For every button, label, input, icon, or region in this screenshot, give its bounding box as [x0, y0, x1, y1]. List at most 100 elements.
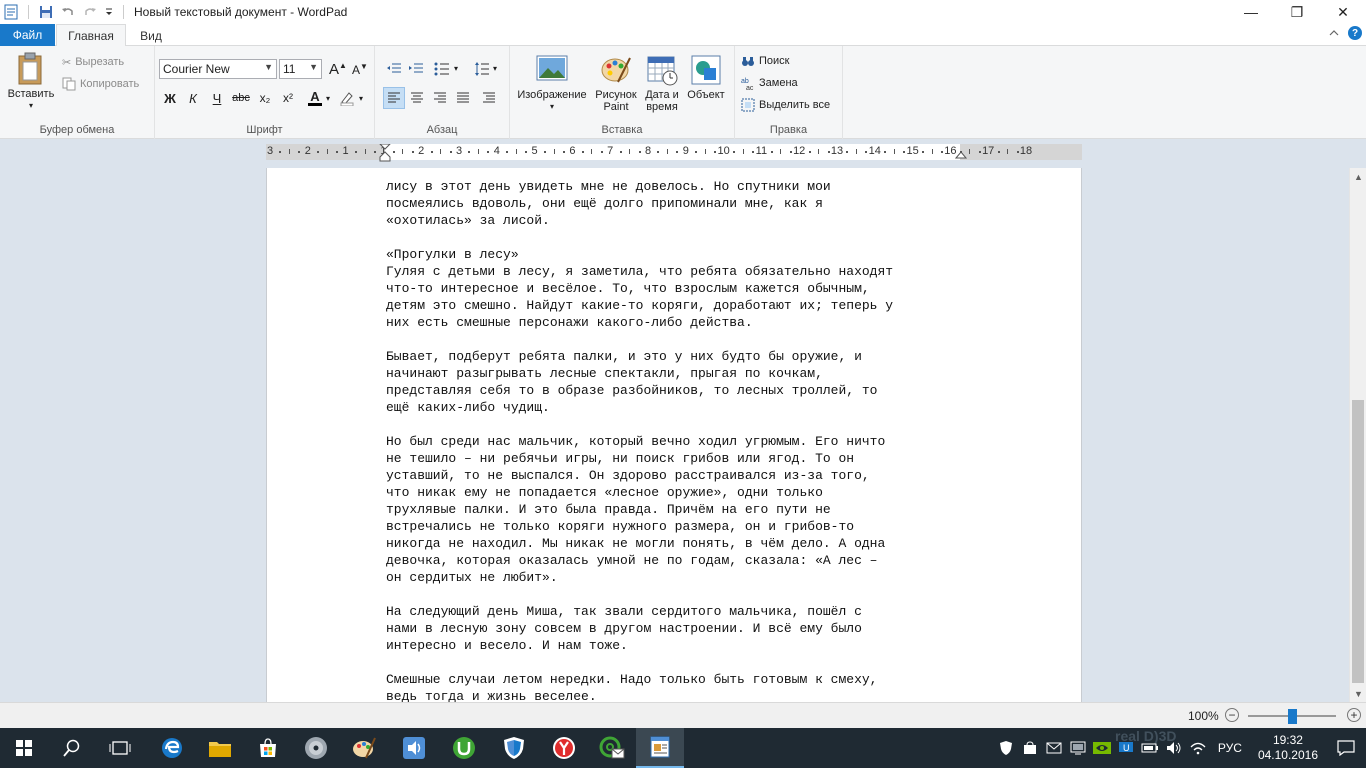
collapse-ribbon-icon[interactable] [1328, 27, 1340, 39]
taskbar-media-app[interactable] [390, 728, 438, 768]
select-all-button[interactable]: Выделить все [741, 95, 830, 115]
taskbar-store[interactable] [244, 728, 292, 768]
line-spacing-button[interactable] [471, 58, 493, 80]
justify-button[interactable] [452, 87, 474, 109]
cut-button[interactable]: ✂ Вырезать [62, 52, 124, 72]
decrease-indent-button[interactable] [383, 58, 405, 80]
taskbar-wordpad[interactable] [636, 728, 684, 768]
ruler-number: 5 [531, 145, 538, 157]
insert-group: Изображение ▾ Рисунок Paint Дата и время… [510, 46, 735, 139]
wordpad-app-icon[interactable] [0, 1, 22, 23]
italic-button[interactable]: К [182, 87, 204, 109]
customize-qat-icon[interactable] [101, 1, 117, 23]
taskbar-yandex-browser[interactable] [540, 728, 588, 768]
zoom-slider-thumb[interactable] [1288, 709, 1297, 724]
ruler-number: 14 [868, 145, 881, 157]
ruler-number: 3 [455, 145, 463, 157]
bullets-button[interactable] [431, 58, 453, 80]
input-language[interactable]: РУС [1210, 741, 1250, 755]
search-button[interactable] [48, 728, 96, 768]
redo-icon[interactable] [79, 1, 101, 23]
start-button[interactable] [0, 728, 48, 768]
tab-home[interactable]: Главная [56, 24, 126, 47]
zoom-in-button[interactable]: + [1347, 708, 1361, 722]
taskbar-disc-app[interactable] [292, 728, 340, 768]
shrink-font-icon: A▼ [352, 61, 368, 77]
ruler-tick [525, 151, 528, 153]
document-text[interactable]: лису в этот день увидеть мне не довелось… [386, 178, 966, 702]
paint-drawing-button[interactable]: Рисунок Paint [592, 54, 640, 113]
strikethrough-button[interactable]: abc [230, 87, 252, 109]
tray-battery-icon[interactable] [1138, 728, 1162, 768]
action-center-button[interactable] [1326, 728, 1366, 768]
insert-object-button[interactable]: Объект [684, 54, 728, 101]
datetime-button[interactable]: Дата и время [640, 54, 684, 113]
tray-volume-icon[interactable] [1162, 728, 1186, 768]
ruler-tick [430, 151, 433, 153]
tray-wifi-icon[interactable] [1186, 728, 1210, 768]
increase-indent-button[interactable] [405, 58, 427, 80]
ruler[interactable]: 3 2 1 1 2 3 4 5 6 7 8 9 10 11 12 13 14 15 16 17 18 [266, 143, 1082, 163]
taskbar: real D)3D U РУС 19:32 04.10.2016 [0, 728, 1366, 768]
taskbar-paint[interactable] [340, 728, 388, 768]
taskbar-email-app[interactable] [588, 728, 636, 768]
tray-nvidia-icon[interactable] [1090, 728, 1114, 768]
paragraph-button[interactable] [478, 87, 500, 109]
image-label: Изображение [517, 89, 587, 101]
copy-button[interactable]: Копировать [62, 74, 139, 94]
store-icon [260, 738, 276, 757]
zoom-out-button[interactable]: − [1225, 708, 1239, 722]
paragraph-group-label: Абзац [426, 124, 458, 136]
text-color-button[interactable]: A [304, 87, 326, 109]
right-indent-marker[interactable] [954, 144, 968, 163]
help-icon[interactable]: ? [1348, 26, 1362, 40]
paste-button[interactable]: Вставить ▾ [6, 52, 56, 112]
scroll-down-icon[interactable]: ▼ [1350, 685, 1366, 702]
font-size-select[interactable]: 11 ▼ [279, 59, 322, 79]
tray-network-box-icon[interactable] [1066, 728, 1090, 768]
underline-button[interactable]: Ч [206, 87, 228, 109]
subscript-button[interactable]: x₂ [254, 87, 276, 109]
left-indent-marker[interactable] [378, 143, 392, 165]
scroll-up-icon[interactable]: ▲ [1350, 168, 1366, 185]
tray-store-icon[interactable] [1018, 728, 1042, 768]
align-right-button[interactable] [429, 87, 451, 109]
justify-icon [457, 92, 469, 103]
superscript-button[interactable]: x² [277, 87, 299, 109]
maximize-button[interactable]: ❐ [1274, 0, 1320, 24]
replace-button[interactable]: ab ac Замена [741, 73, 798, 93]
ruler-tick [364, 149, 366, 154]
svg-text:ab: ab [741, 78, 749, 85]
bold-button[interactable]: Ж [159, 87, 181, 109]
close-button[interactable]: ✕ [1320, 0, 1366, 24]
tray-mail-icon[interactable] [1042, 728, 1066, 768]
taskbar-utorrent[interactable] [440, 728, 488, 768]
undo-icon[interactable] [57, 1, 79, 23]
minimize-button[interactable]: — [1228, 0, 1274, 24]
taskbar-edge[interactable] [148, 728, 196, 768]
tray-network-icon[interactable]: U [1114, 728, 1138, 768]
save-icon[interactable] [35, 1, 57, 23]
taskbar-explorer[interactable] [196, 728, 244, 768]
task-view-button[interactable] [96, 728, 144, 768]
scrollbar-thumb[interactable] [1352, 400, 1364, 683]
align-center-button[interactable] [406, 87, 428, 109]
document-page[interactable]: лису в этот день увидеть мне не довелось… [266, 168, 1082, 702]
insert-image-button[interactable]: Изображение ▾ [514, 54, 590, 113]
tray-shield-icon[interactable] [994, 728, 1018, 768]
quick-access-toolbar [0, 0, 130, 24]
tab-view[interactable]: Вид [130, 24, 172, 47]
vertical-scrollbar[interactable]: ▲ ▼ [1349, 168, 1366, 702]
ruler-tick [317, 151, 320, 153]
highlight-button[interactable] [336, 87, 358, 109]
ruler-tick [629, 149, 631, 154]
find-button[interactable]: Поиск [741, 51, 789, 71]
tab-file[interactable]: Файл [0, 24, 55, 46]
replace-label: Замена [759, 77, 798, 89]
align-left-button[interactable] [383, 87, 405, 109]
shrink-font-button[interactable]: A▼ [349, 58, 371, 80]
grow-font-button[interactable]: A▲ [327, 58, 349, 80]
font-family-select[interactable]: Courier New ▼ [159, 59, 277, 79]
taskbar-security[interactable] [490, 728, 538, 768]
clock[interactable]: 19:32 04.10.2016 [1250, 733, 1326, 763]
